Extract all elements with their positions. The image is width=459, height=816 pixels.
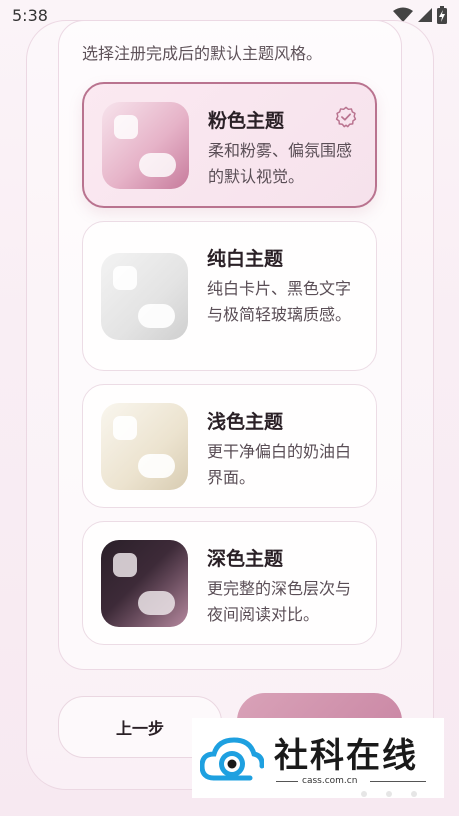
- theme-title: 粉色主题: [208, 110, 285, 132]
- theme-card-dark[interactable]: 深色主题 更完整的深色层次与夜间阅读对比。: [82, 521, 377, 645]
- theme-description: 柔和粉雾、偏氛围感的默认视觉。: [208, 141, 353, 186]
- theme-title: 浅色主题: [207, 411, 284, 433]
- theme-title: 深色主题: [207, 548, 284, 570]
- theme-description: 更完整的深色层次与夜间阅读对比。: [207, 579, 352, 624]
- theme-title: 纯白主题: [207, 248, 284, 270]
- theme-description: 更干净偏白的奶油白界面。: [207, 442, 352, 487]
- theme-card-light[interactable]: 浅色主题 更干净偏白的奶油白界面。: [82, 384, 377, 508]
- watermark-dots: [361, 791, 417, 797]
- theme-card-white[interactable]: 纯白主题 纯白卡片、黑色文字与极简轻玻璃质感。: [82, 221, 377, 371]
- theme-thumbnail-white: [101, 253, 188, 340]
- watermark: 社科在线 cass.com.cn: [192, 718, 444, 798]
- signal-icon: [418, 8, 432, 22]
- check-badge-icon: [335, 106, 357, 128]
- watermark-brand: 社科在线: [274, 736, 418, 776]
- watermark-divider: [370, 781, 426, 782]
- battery-icon: [437, 6, 447, 24]
- theme-thumbnail-light: [101, 403, 188, 490]
- theme-thumbnail-dark: [101, 540, 188, 627]
- watermark-url: cass.com.cn: [302, 776, 358, 786]
- watermark-divider: [276, 781, 298, 782]
- status-time: 5:38: [12, 5, 48, 25]
- theme-thumbnail-pink: [102, 102, 189, 189]
- cloud-eye-logo-icon: [200, 737, 264, 781]
- theme-card-pink[interactable]: 粉色主题 柔和粉雾、偏氛围感的默认视觉。: [82, 82, 377, 208]
- page-subtitle: 选择注册完成后的默认主题风格。: [82, 44, 323, 63]
- theme-description: 纯白卡片、黑色文字与极简轻玻璃质感。: [207, 279, 352, 324]
